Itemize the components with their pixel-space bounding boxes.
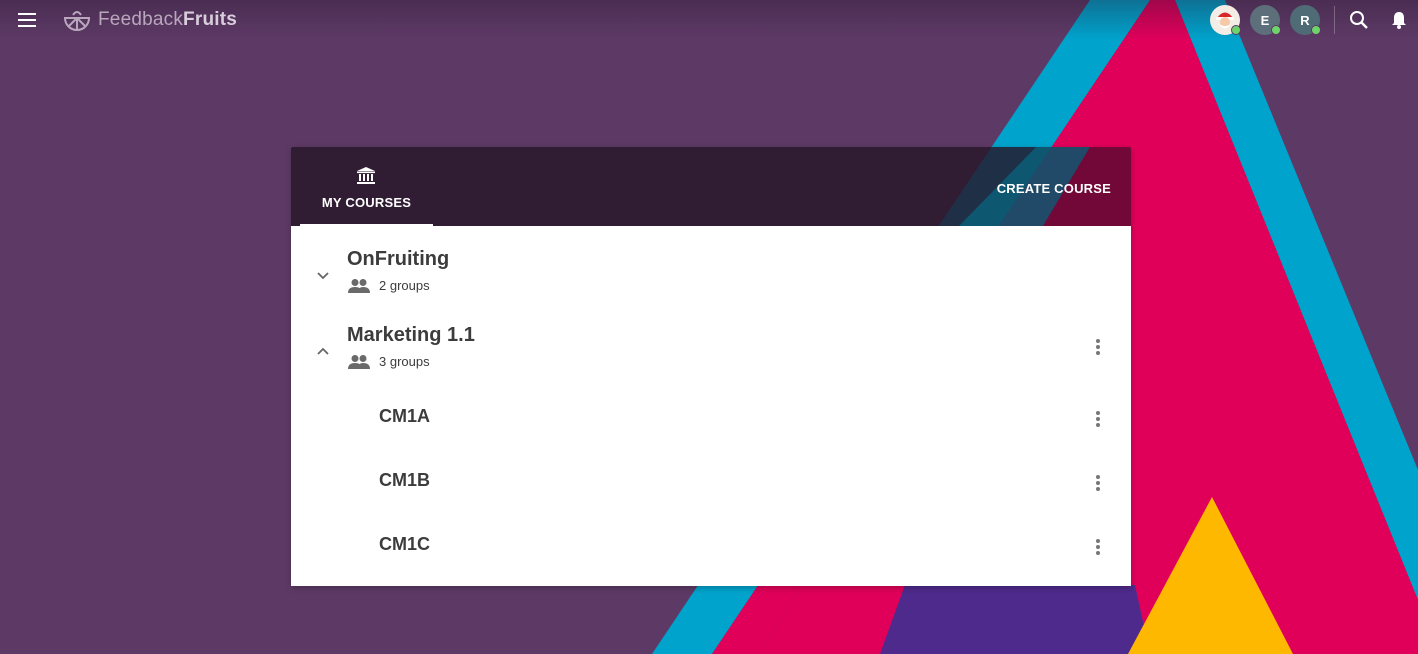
user-avatar-e[interactable]: E — [1250, 5, 1281, 35]
courses-panel: MY COURSES CREATE COURSE OnFruiting 2 gr… — [291, 147, 1131, 586]
course-title[interactable]: Marketing 1.1 — [347, 324, 475, 347]
topbar-divider — [1334, 6, 1335, 34]
avatar-initial: R — [1300, 12, 1310, 28]
bell-icon[interactable] — [1388, 9, 1410, 31]
group-row-cm1c[interactable]: CM1C — [291, 526, 1131, 566]
more-options-icon[interactable] — [1090, 537, 1106, 557]
panel-header: MY COURSES CREATE COURSE — [291, 147, 1131, 226]
course-list: OnFruiting 2 groups Marketing 1.1 3 grou… — [291, 226, 1131, 586]
bg-purple-shape — [880, 585, 1150, 654]
more-options-icon[interactable] — [1090, 337, 1106, 357]
group-name: CM1B — [379, 470, 431, 490]
hamburger-menu-icon[interactable] — [14, 9, 40, 31]
tab-my-courses[interactable]: MY COURSES — [300, 147, 433, 226]
chevron-down-icon[interactable] — [315, 268, 331, 284]
chevron-up-icon[interactable] — [315, 344, 331, 360]
course-item-onfruiting: OnFruiting 2 groups — [291, 226, 1131, 302]
group-row-cm1a[interactable]: CM1A — [291, 398, 1131, 438]
create-course-button[interactable]: CREATE COURSE — [997, 181, 1111, 196]
more-options-icon[interactable] — [1090, 473, 1106, 493]
course-item-marketing: Marketing 1.1 3 groups — [291, 302, 1131, 378]
group-count: 2 groups — [379, 278, 430, 293]
app-screen: FeedbackFruits E R MY COURSES CREATE COU… — [0, 0, 1418, 654]
institution-icon — [357, 167, 375, 184]
group-name: CM1C — [379, 534, 431, 554]
online-indicator — [1231, 25, 1241, 35]
logo-wordmark: FeedbackFruits — [98, 9, 238, 30]
course-title[interactable]: OnFruiting — [347, 248, 449, 271]
group-count: 3 groups — [379, 354, 430, 369]
tab-label: MY COURSES — [321, 195, 412, 210]
online-indicator — [1271, 25, 1281, 35]
group-name: CM1A — [379, 406, 431, 426]
group-row-cm1b[interactable]: CM1B — [291, 462, 1131, 502]
people-icon — [348, 355, 370, 369]
people-icon — [348, 279, 370, 293]
user-avatar-santa[interactable] — [1210, 5, 1241, 35]
feedbackfruits-logo[interactable]: FeedbackFruits — [62, 6, 237, 34]
more-options-icon[interactable] — [1090, 409, 1106, 429]
online-indicator — [1311, 25, 1321, 35]
user-avatar-r[interactable]: R — [1290, 5, 1321, 35]
top-bar: FeedbackFruits E R — [0, 0, 1418, 40]
search-icon[interactable] — [1348, 9, 1370, 31]
fruit-logo-icon — [63, 11, 91, 31]
avatar-initial: E — [1260, 12, 1270, 28]
